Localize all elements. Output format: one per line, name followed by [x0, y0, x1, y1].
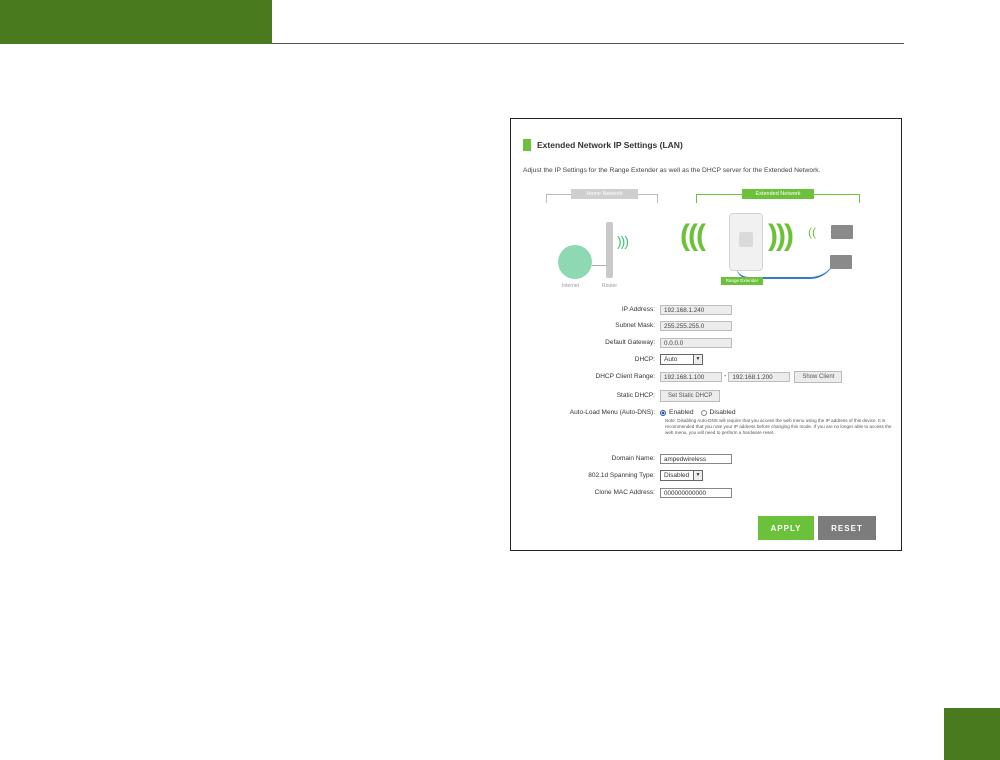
default-gateway-field[interactable]: 0.0.0.0: [660, 337, 732, 348]
internet-globe-icon: [558, 245, 592, 279]
domain-name-row: Domain Name: ampedwireless: [511, 452, 901, 465]
range-extender-label: Range Extender: [721, 277, 763, 285]
chevron-down-icon: ▼: [693, 355, 702, 364]
disabled-radio-label: Disabled: [709, 409, 736, 416]
section-marker-icon: [523, 139, 531, 151]
enabled-radio-label: Enabled: [669, 409, 694, 416]
dhcp-select[interactable]: Auto ▼: [660, 354, 703, 365]
clone-mac-label: Clone MAC Address:: [594, 489, 655, 496]
network-diagram: Home Network Extended Network ))) Intern…: [546, 185, 861, 293]
reset-button[interactable]: RESET: [818, 516, 876, 540]
clone-mac-row: Clone MAC Address: 000000000000: [511, 486, 901, 499]
laptop-icon: [830, 255, 852, 269]
subnet-mask-row: Subnet Mask: 255.255.255.0: [511, 319, 901, 332]
auto-dns-note: Note: Disabling Auto-DNS will require th…: [665, 418, 892, 435]
header-tab: [0, 0, 272, 44]
apply-button[interactable]: APPLY: [758, 516, 814, 540]
extended-network-label: Extended Network: [742, 189, 814, 199]
router-label: Router: [602, 283, 618, 289]
laptop-signal-icon: ((: [808, 225, 816, 239]
router-signal-icon: ))): [617, 233, 629, 249]
dhcp-label: DHCP:: [634, 356, 655, 363]
dhcp-client-range-label: DHCP Client Range:: [595, 373, 656, 380]
dhcp-range-start-field[interactable]: 192.168.1.100: [660, 371, 722, 382]
dhcp-select-value: Auto: [664, 356, 678, 363]
domain-name-label: Domain Name:: [611, 455, 655, 462]
range-separator: -: [724, 373, 727, 380]
clone-mac-field[interactable]: 000000000000: [660, 487, 732, 498]
subnet-mask-label: Subnet Mask:: [615, 322, 655, 329]
home-network-label: Home Network: [571, 189, 638, 199]
range-extender-icon: [729, 213, 763, 271]
page-badge: [944, 708, 1000, 760]
outlet-icon: [739, 232, 753, 247]
domain-name-field[interactable]: ampedwireless: [660, 453, 732, 464]
auto-load-menu-label: Auto-Load Menu (Auto-DNS):: [569, 409, 655, 416]
subnet-mask-field[interactable]: 255.255.255.0: [660, 320, 732, 331]
chevron-down-icon: ▼: [693, 471, 702, 480]
default-gateway-row: Default Gateway: 0.0.0.0: [511, 336, 901, 349]
ip-address-row: IP Address: 192.168.1.240: [511, 303, 901, 316]
internet-label: Internet: [562, 283, 579, 289]
screenshot-frame: Extended Network IP Settings (LAN) Adjus…: [510, 118, 902, 551]
spanning-type-label: 802.1d Spanning Type:: [588, 472, 655, 479]
laptop-icon: [831, 225, 853, 239]
static-dhcp-label: Static DHCP:: [616, 392, 655, 399]
default-gateway-label: Default Gateway:: [605, 339, 655, 346]
spanning-type-select[interactable]: Disabled ▼: [660, 470, 703, 481]
router-icon: [606, 222, 613, 278]
ip-address-label: IP Address:: [621, 306, 655, 313]
show-client-button[interactable]: Show Client: [794, 370, 843, 383]
dhcp-client-range-row: DHCP Client Range: 192.168.1.100 - 192.1…: [511, 370, 901, 383]
dhcp-range-end-field[interactable]: 192.168.1.200: [728, 371, 791, 382]
section-description: Adjust the IP Settings for the Range Ext…: [523, 167, 821, 174]
disabled-radio[interactable]: [700, 409, 707, 416]
dhcp-row: DHCP: Auto ▼: [511, 353, 901, 366]
router-link-line: [592, 265, 606, 266]
extender-signal-left-icon: (((: [680, 219, 706, 252]
section-title: Extended Network IP Settings (LAN): [523, 139, 683, 151]
section-title-text: Extended Network IP Settings (LAN): [537, 140, 683, 150]
spanning-type-value: Disabled: [664, 472, 690, 479]
ip-address-field[interactable]: 192.168.1.240: [660, 304, 732, 315]
header-rule: [272, 43, 904, 44]
static-dhcp-row: Static DHCP: Set Static DHCP: [511, 389, 901, 402]
enabled-radio[interactable]: [660, 409, 666, 416]
set-static-dhcp-button[interactable]: Set Static DHCP: [660, 389, 721, 402]
spanning-type-row: 802.1d Spanning Type: Disabled ▼: [511, 469, 901, 482]
extender-signal-right-icon: ))): [768, 219, 794, 252]
